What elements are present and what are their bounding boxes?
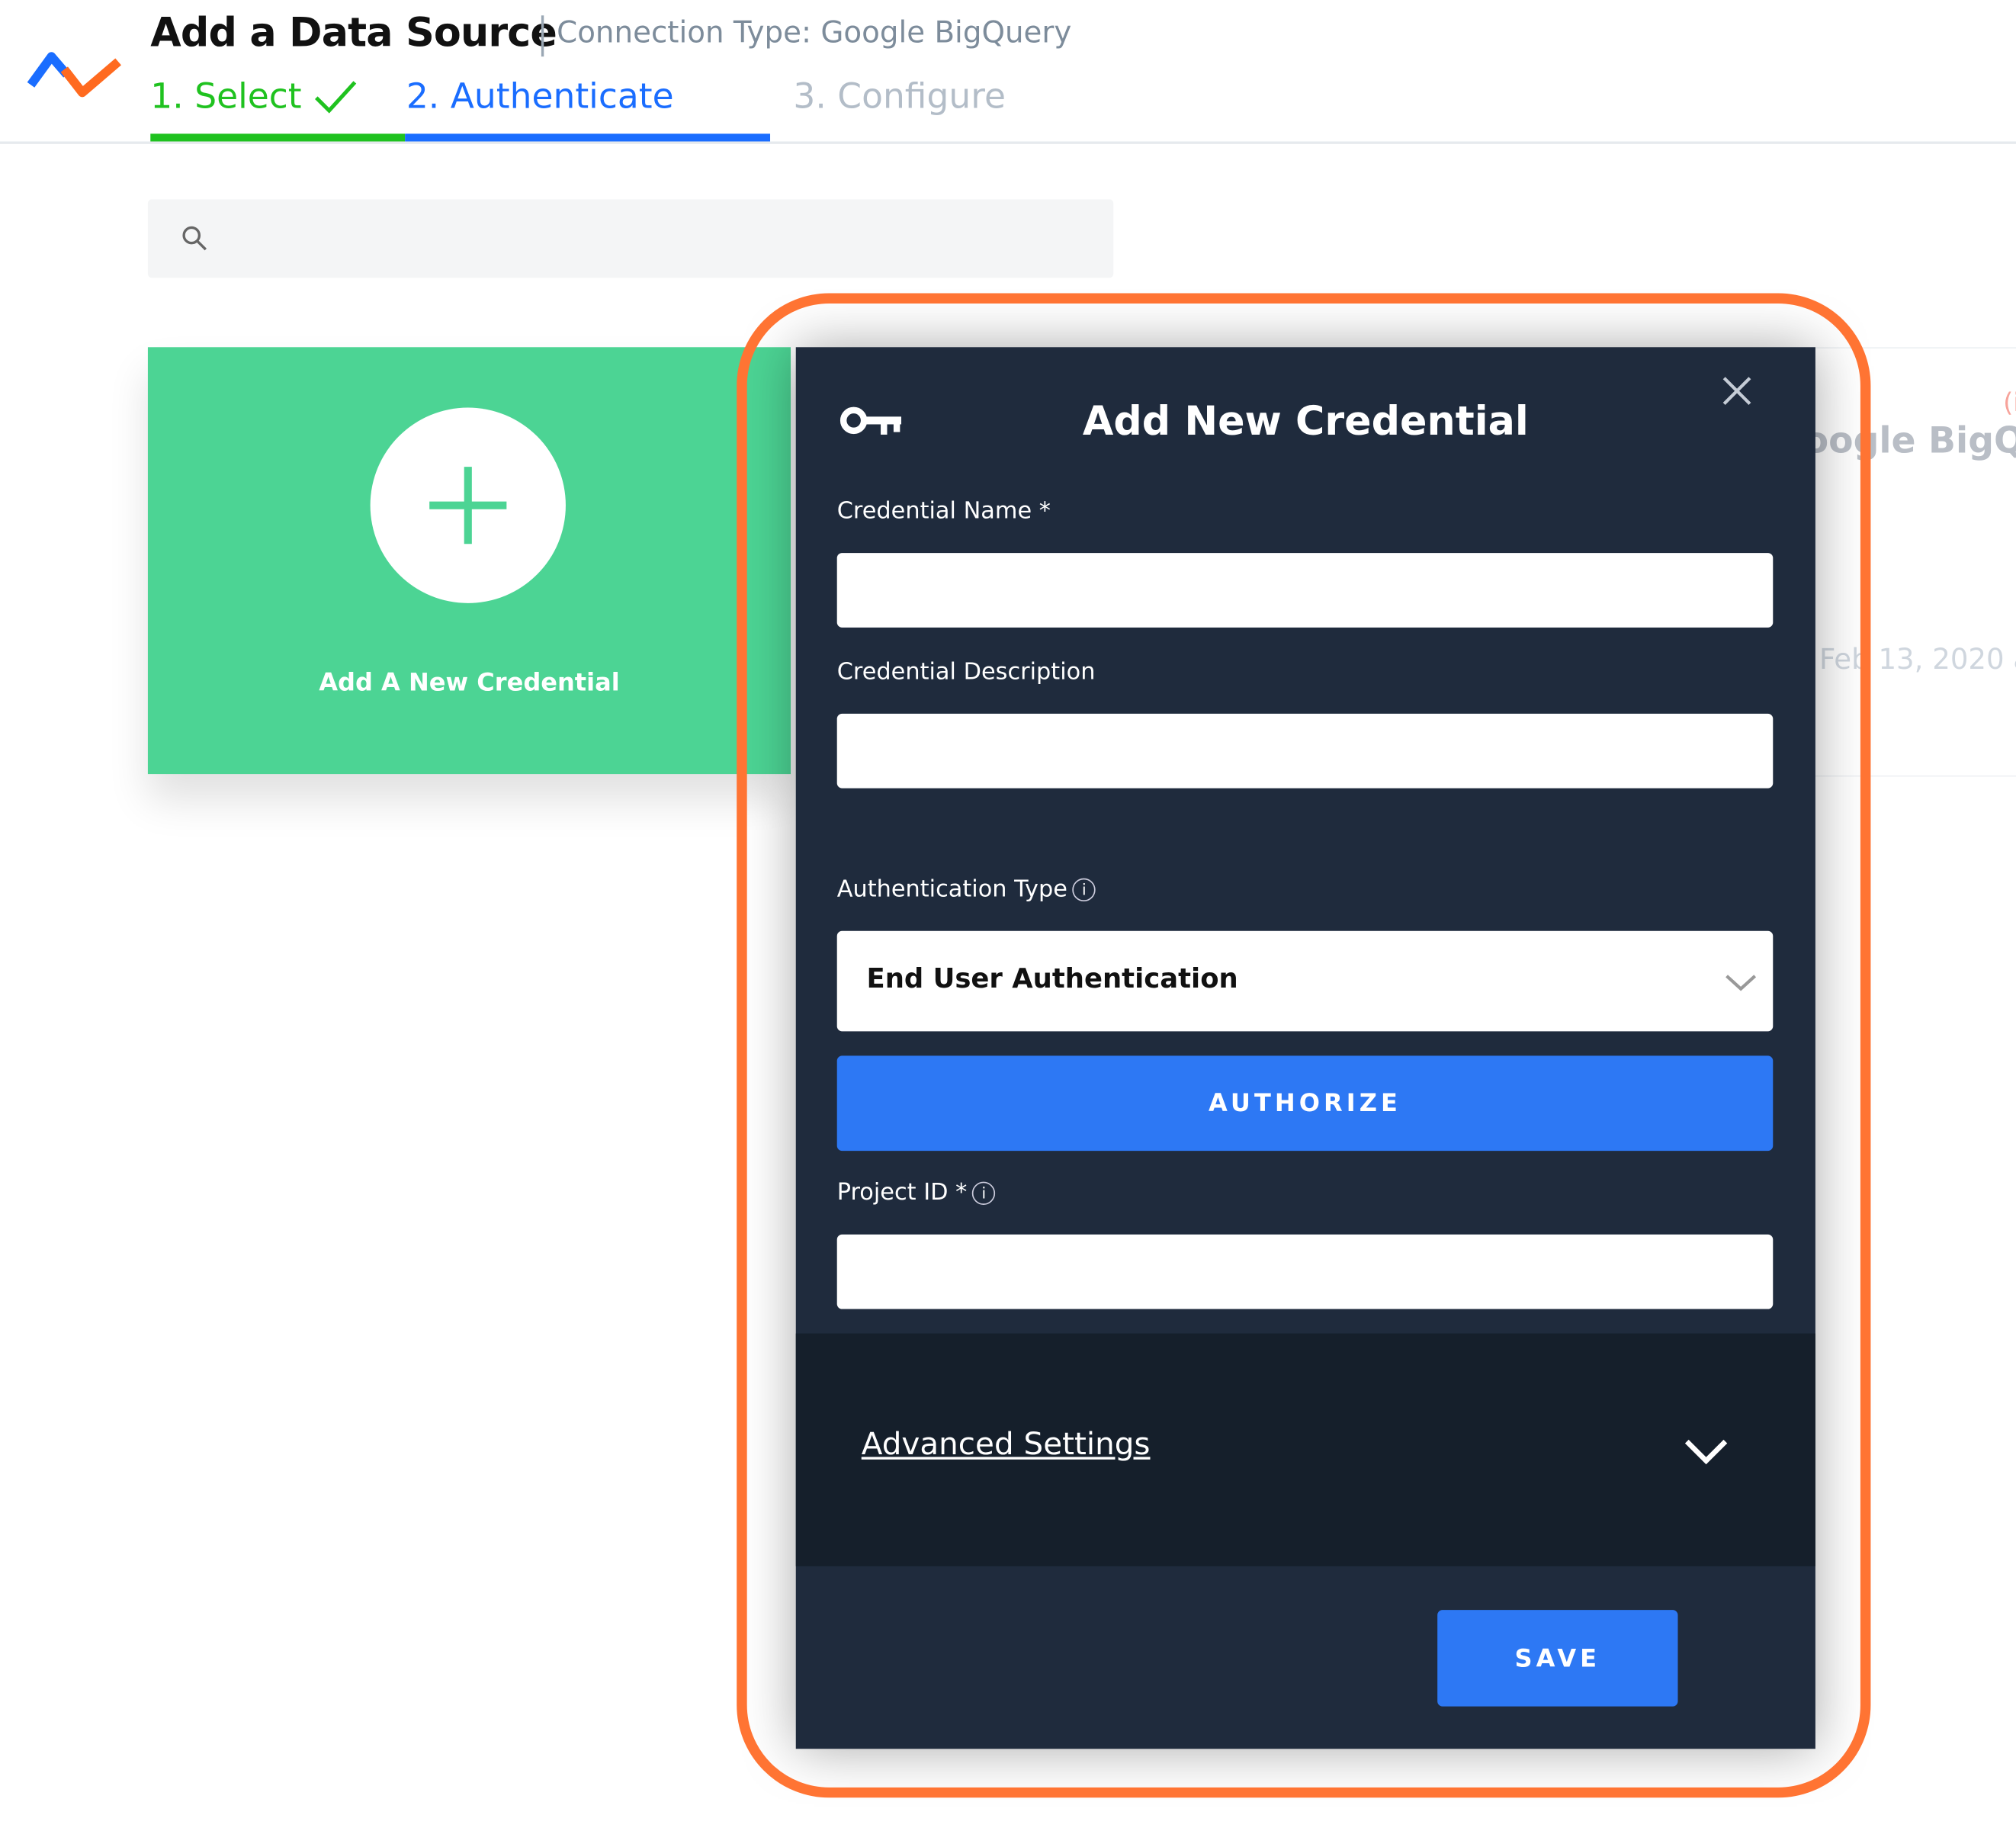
step-authenticate-underline <box>405 133 771 142</box>
credential-name-label: Credential Name * <box>836 497 1051 525</box>
auth-type-label: Authentication Type <box>836 875 1067 903</box>
search-input[interactable] <box>147 199 1114 278</box>
logo-icon <box>27 52 121 98</box>
credential-description-input[interactable] <box>836 713 1774 789</box>
project-id-label-row: Project ID * i <box>837 1179 996 1206</box>
advanced-settings-section[interactable]: Advanced Settings <box>795 1333 1815 1566</box>
step-configure[interactable]: 3. Configure <box>793 77 1006 117</box>
checkmark-icon <box>315 81 357 114</box>
search-icon <box>182 226 207 251</box>
credential-name-input[interactable] <box>836 553 1774 628</box>
plus-icon <box>429 467 507 544</box>
page-title: Add a Data Source <box>150 10 557 57</box>
connection-type: Connection Type: Google BigQuery <box>557 16 1072 50</box>
add-new-credential-card[interactable]: Add A New Credential <box>147 347 791 775</box>
close-icon[interactable] <box>1722 375 1752 406</box>
step-authenticate[interactable]: 2. Authenticate <box>406 77 674 117</box>
credential-description-label: Credential Description <box>836 658 1096 686</box>
chevron-down-icon[interactable] <box>1683 1436 1729 1466</box>
project-id-input[interactable] <box>836 1234 1774 1309</box>
add-circle <box>370 407 566 603</box>
save-button[interactable]: SAVE <box>1437 1610 1678 1707</box>
credential-date: Feb 13, 2020 a <box>1819 644 2016 676</box>
project-id-label: Project ID * <box>836 1179 968 1206</box>
info-icon[interactable]: i <box>1072 878 1096 902</box>
advanced-settings-link[interactable]: Advanced Settings <box>862 1426 1151 1462</box>
step-select[interactable]: 1. Select <box>150 77 359 117</box>
step-select-label: 1. Select <box>150 77 302 117</box>
step-select-underline <box>150 133 406 142</box>
modal-title: Add New Credential <box>1082 398 1529 445</box>
auth-type-value: End User Authentication <box>866 962 1238 994</box>
header-divider <box>0 141 2016 144</box>
auth-type-select[interactable]: End User Authentication <box>836 930 1774 1032</box>
auth-type-label-row: Authentication Type i <box>836 875 1096 903</box>
add-credential-modal: Add New Credential Credential Name * Cre… <box>795 347 1815 1749</box>
add-new-credential-label: Add A New Credential <box>319 668 620 697</box>
credential-badge: (i <box>2003 387 2016 419</box>
info-icon[interactable]: i <box>972 1181 996 1205</box>
title-separator <box>541 15 544 57</box>
chevron-down-icon <box>1725 975 1757 991</box>
authorize-button[interactable]: AUTHORIZE <box>836 1055 1774 1152</box>
